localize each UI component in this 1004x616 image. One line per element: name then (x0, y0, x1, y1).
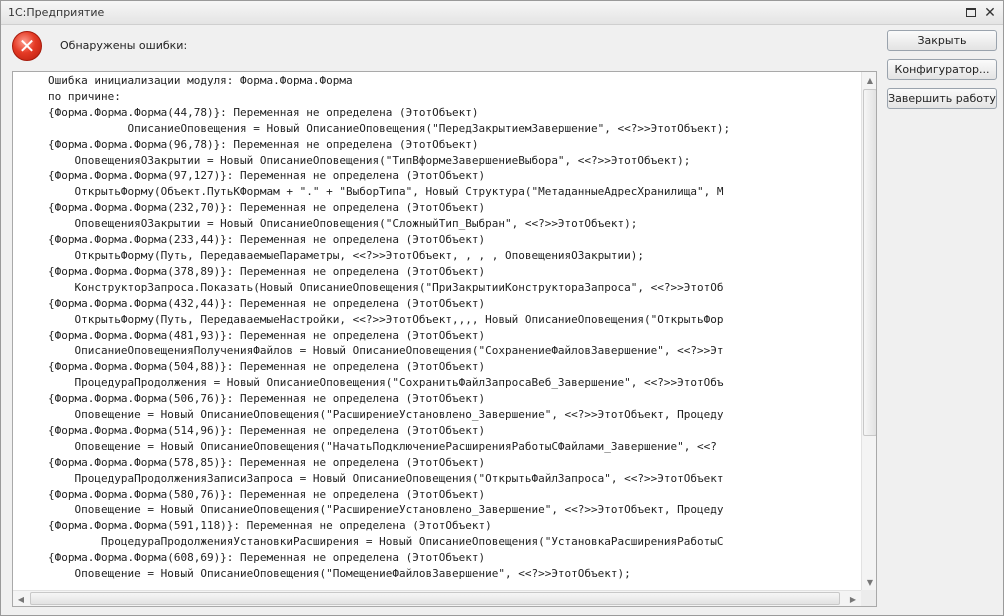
scroll-right-arrow-icon[interactable]: ▶ (845, 591, 861, 606)
vertical-scroll-thumb[interactable] (863, 89, 876, 436)
error-text-line: {Форма.Форма.Форма(96,78)}: Переменная н… (48, 137, 479, 151)
horizontal-scroll-thumb[interactable] (30, 592, 840, 605)
error-text-line: КонструкторЗапроса.Показать(Новый Описан… (48, 280, 724, 294)
error-text-line: {Форма.Форма.Форма(608,69)}: Переменная … (48, 551, 486, 565)
error-text-line: {Форма.Форма.Форма(378,89)}: Переменная … (48, 264, 486, 278)
error-text-line: {Форма.Форма.Форма(580,76)}: Переменная … (48, 487, 486, 501)
exit-button[interactable]: Завершить работу (887, 88, 997, 109)
error-details-text[interactable]: Ошибка инициализации модуля: Форма.Форма… (48, 73, 860, 589)
error-text-line: ОткрытьФорму(Путь, ПередаваемыеПараметры… (48, 248, 645, 262)
error-text-line: {Форма.Форма.Форма(506,76)}: Переменная … (48, 392, 486, 406)
scroll-down-arrow-icon[interactable]: ▼ (862, 574, 876, 590)
error-text-line: ПроцедураПродолженияУстановкиРасширения … (48, 535, 724, 549)
error-text-line: Оповещение = Новый ОписаниеОповещения("Н… (48, 439, 717, 453)
error-text-line: ПроцедураПродолжения = Новый ОписаниеОпо… (48, 376, 724, 390)
error-text-line: {Форма.Форма.Форма(578,85)}: Переменная … (48, 455, 486, 469)
error-text-line: ОповещенияОЗакрытии = Новый ОписаниеОпов… (48, 153, 691, 167)
error-text-line: ПроцедураПродолженияЗаписиЗапроса = Новы… (48, 471, 724, 485)
error-text-line: Ошибка инициализации модуля: Форма.Форма… (48, 74, 353, 87)
error-text-line: ОткрытьФорму(Объект.ПутьКФормам + "." + … (48, 185, 724, 199)
close-icon[interactable]: ✕ (982, 5, 998, 20)
title-bar[interactable]: 1С:Предприятие ✕ (1, 1, 1003, 25)
window-title: 1С:Предприятие (8, 6, 105, 19)
horizontal-scrollbar[interactable]: ◀ ▶ (13, 590, 861, 606)
error-text-line: {Форма.Форма.Форма(97,127)}: Переменная … (48, 169, 486, 183)
error-text-line: Оповещение = Новый ОписаниеОповещения("П… (48, 567, 631, 581)
error-text-line: Оповещение = Новый ОписаниеОповещения("Р… (48, 503, 724, 517)
error-text-line: ОповещенияОЗакрытии = Новый ОписаниеОпов… (48, 217, 638, 231)
close-button[interactable]: Закрыть (887, 30, 997, 51)
error-details-textbox[interactable]: Ошибка инициализации модуля: Форма.Форма… (12, 71, 877, 607)
vertical-scrollbar[interactable]: ▲ ▼ (861, 72, 876, 590)
error-text-line: {Форма.Форма.Форма(514,96)}: Переменная … (48, 423, 486, 437)
error-text-line: {Форма.Форма.Форма(481,93)}: Переменная … (48, 328, 486, 342)
error-text-line: {Форма.Форма.Форма(232,70)}: Переменная … (48, 201, 486, 215)
error-text-line: {Форма.Форма.Форма(504,88)}: Переменная … (48, 360, 486, 374)
error-circle-x-icon: ✕ (12, 31, 42, 61)
error-text-line: {Форма.Форма.Форма(432,44)}: Переменная … (48, 296, 486, 310)
error-text-line: ОткрытьФорму(Путь, ПередаваемыеНастройки… (48, 312, 724, 326)
error-text-line: Оповещение = Новый ОписаниеОповещения("Р… (48, 408, 724, 422)
error-text-line: по причине: (48, 89, 121, 103)
error-text-line: {Форма.Форма.Форма(233,44)}: Переменная … (48, 233, 486, 247)
error-dialog-window: 1С:Предприятие ✕ ✕ Обнаружены ошибки: За… (0, 0, 1004, 616)
error-text-line: ОписаниеОповещения = Новый ОписаниеОпове… (48, 121, 731, 135)
scroll-left-arrow-icon[interactable]: ◀ (13, 591, 29, 606)
scroll-corner (861, 590, 876, 606)
error-text-line: {Форма.Форма.Форма(44,78)}: Переменная н… (48, 105, 479, 119)
maximize-icon[interactable] (963, 5, 979, 20)
error-message-label: Обнаружены ошибки: (60, 39, 188, 52)
scroll-up-arrow-icon[interactable]: ▲ (862, 72, 876, 88)
configurator-button[interactable]: Конфигуратор... (887, 59, 997, 80)
error-text-line: {Форма.Форма.Форма(591,118)}: Переменная… (48, 519, 492, 533)
error-text-line: ОписаниеОповещенияПолученияФайлов = Новы… (48, 344, 724, 358)
